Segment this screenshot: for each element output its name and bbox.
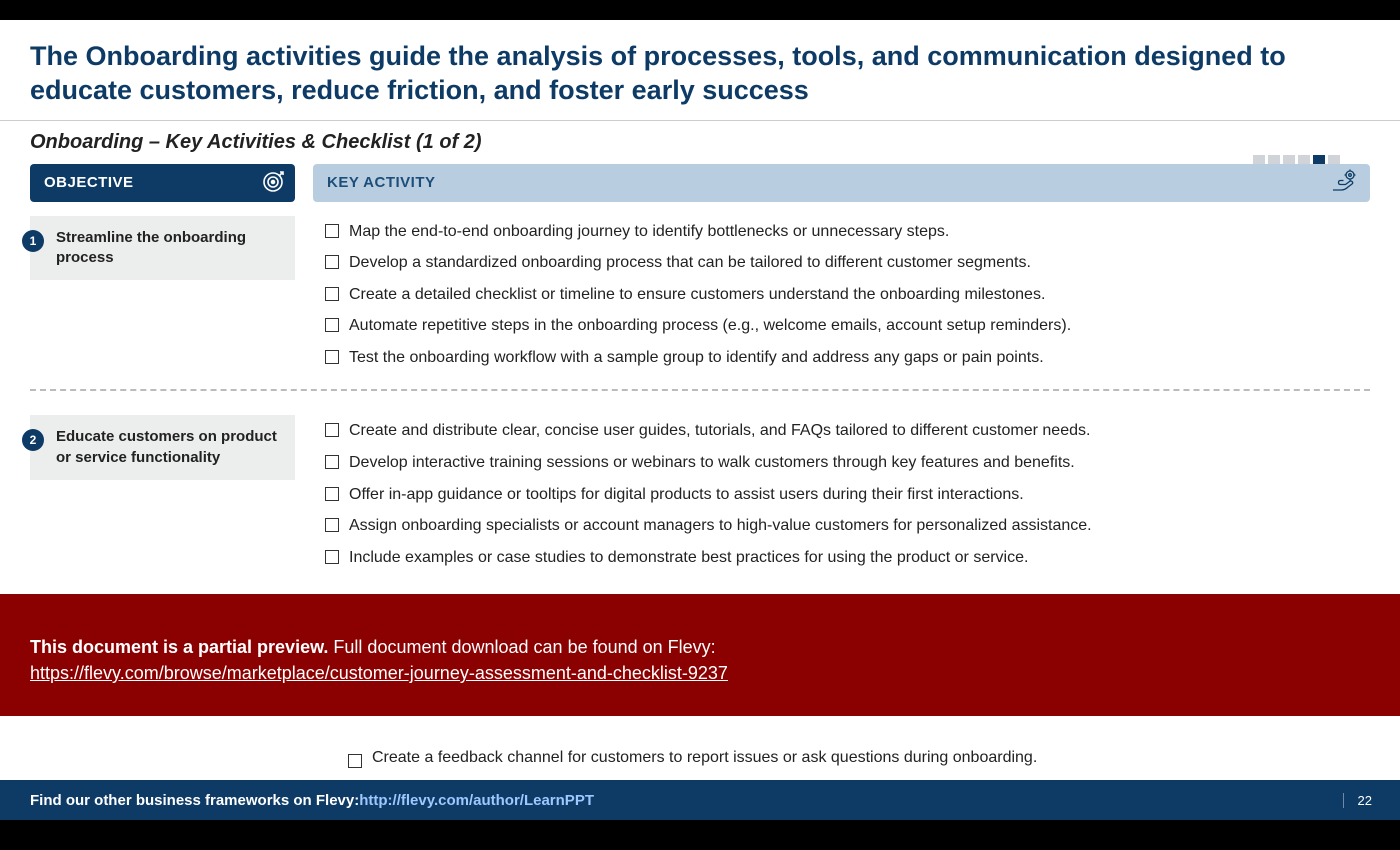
preview-bold: This document is a partial preview. [30, 637, 328, 657]
objective-header: OBJECTIVE [30, 164, 295, 202]
objective-text: Educate customers on product or service … [30, 415, 295, 480]
checkbox-icon [325, 287, 339, 301]
activity-list: Create and distribute clear, concise use… [325, 415, 1370, 573]
page-subtitle: Onboarding – Key Activities & Checklist … [0, 121, 1400, 164]
checkbox-icon [325, 350, 339, 364]
page-title: The Onboarding activities guide the anal… [0, 20, 1400, 121]
hand-gear-icon [1330, 168, 1360, 200]
footer-lead: Find our other business frameworks on Fl… [30, 792, 359, 809]
activity-item: Map the end-to-end onboarding journey to… [325, 216, 1370, 248]
preview-banner: This document is a partial preview. Full… [0, 594, 1400, 716]
checkbox-icon [325, 518, 339, 532]
section-1: 1 Streamline the onboarding process Map … [30, 202, 1370, 384]
checkbox-icon [325, 487, 339, 501]
activity-item: Test the onboarding workflow with a samp… [325, 342, 1370, 374]
footer-link[interactable]: http://flevy.com/author/LearnPPT [359, 792, 594, 809]
partial-activity-line: Create a feedback channel for customers … [0, 745, 1400, 768]
checkbox-icon [325, 255, 339, 269]
target-icon [261, 170, 285, 198]
activity-item: Include examples or case studies to demo… [325, 542, 1370, 574]
activity-item: Create a detailed checklist or timeline … [325, 279, 1370, 311]
activity-item: Develop interactive training sessions or… [325, 447, 1370, 479]
activity-item: Assign onboarding specialists or account… [325, 510, 1370, 542]
activity-header: KEY ACTIVITY [313, 164, 1370, 202]
slide: The Onboarding activities guide the anal… [0, 20, 1400, 820]
activity-item: Develop a standardized onboarding proces… [325, 247, 1370, 279]
checkbox-icon [325, 224, 339, 238]
activity-item: Offer in-app guidance or tooltips for di… [325, 479, 1370, 511]
activity-item: Automate repetitive steps in the onboard… [325, 310, 1370, 342]
activity-header-label: KEY ACTIVITY [327, 174, 436, 191]
preview-link[interactable]: https://flevy.com/browse/marketplace/cus… [30, 663, 728, 683]
checkbox-icon [325, 318, 339, 332]
page-number: 22 [1343, 793, 1372, 808]
checkbox-icon [325, 455, 339, 469]
header-row: OBJECTIVE KEY ACTIVITY [30, 164, 1370, 202]
activity-item: Create and distribute clear, concise use… [325, 415, 1370, 447]
footer: Find our other business frameworks on Fl… [0, 780, 1400, 820]
objective-box-wrap: 2 Educate customers on product or servic… [30, 415, 295, 573]
activity-list: Map the end-to-end onboarding journey to… [325, 216, 1370, 374]
content-area: OBJECTIVE KEY ACTIVITY 1 Streamline the … [0, 164, 1400, 584]
section-number-badge: 1 [22, 230, 44, 252]
checkbox-icon [325, 423, 339, 437]
objective-box-wrap: 1 Streamline the onboarding process [30, 216, 295, 374]
objective-text: Streamline the onboarding process [30, 216, 295, 281]
section-2: 2 Educate customers on product or servic… [30, 389, 1370, 583]
objective-header-label: OBJECTIVE [44, 174, 134, 191]
checkbox-icon [348, 754, 362, 768]
preview-rest: Full document download can be found on F… [328, 637, 715, 657]
checkbox-icon [325, 550, 339, 564]
